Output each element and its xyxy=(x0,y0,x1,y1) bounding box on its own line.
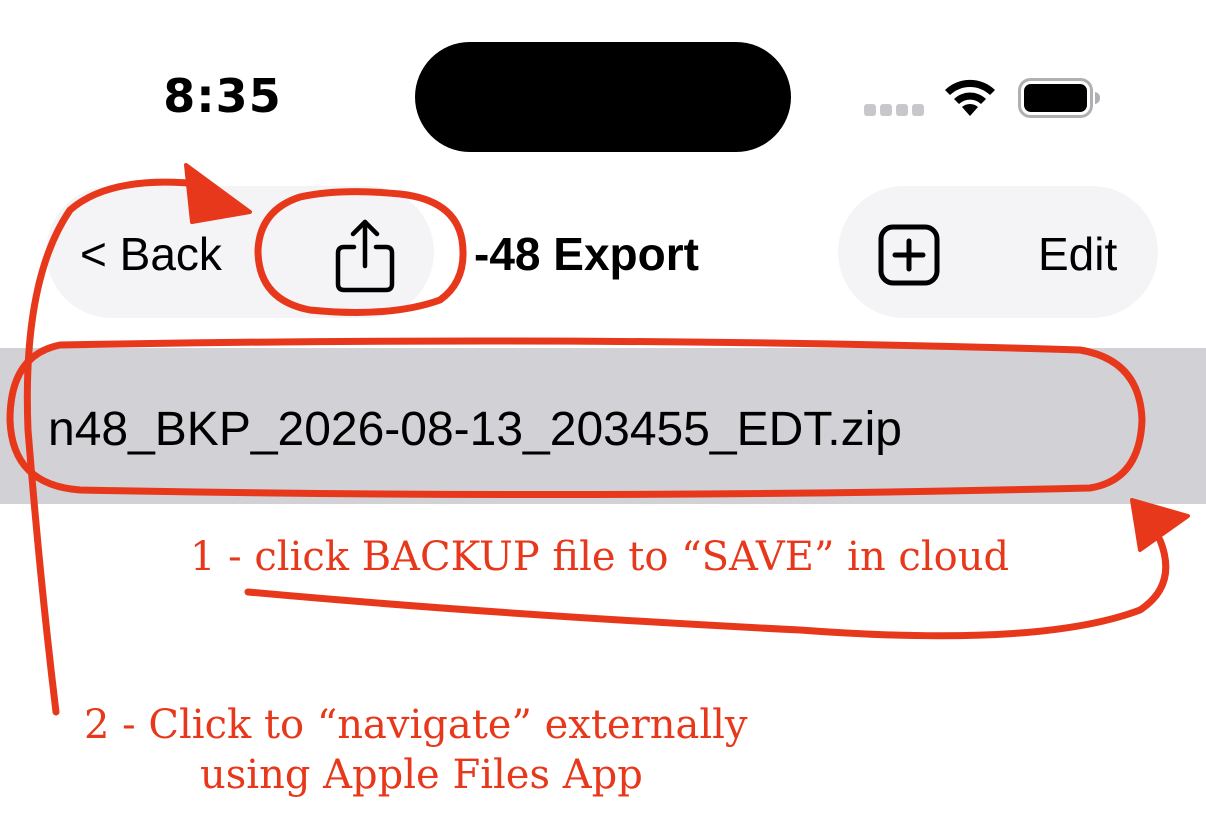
cellular-signal-icon xyxy=(864,104,924,116)
status-bar: 8:35 xyxy=(0,0,1206,170)
share-icon[interactable] xyxy=(330,214,400,298)
annotation-note-2-line-1: 2 - Click to “navigate” externally xyxy=(84,702,748,748)
annotation-note-2-line-2: using Apple Files App xyxy=(200,752,643,798)
wifi-icon xyxy=(945,79,995,116)
back-button[interactable]: < Back xyxy=(80,222,222,286)
save-arrowhead xyxy=(1130,498,1190,552)
dynamic-island xyxy=(415,42,791,152)
file-name[interactable]: n48_BKP_2026-08-13_203455_EDT.zip xyxy=(48,398,902,462)
page-title: -48 Export xyxy=(474,228,699,280)
edit-button[interactable]: Edit xyxy=(1038,222,1117,286)
battery-icon xyxy=(1018,78,1100,118)
annotation-note-1: 1 - click BACKUP file to “SAVE” in cloud xyxy=(190,534,1010,580)
status-time: 8:35 xyxy=(163,69,282,123)
plus-square-icon[interactable] xyxy=(878,224,940,286)
